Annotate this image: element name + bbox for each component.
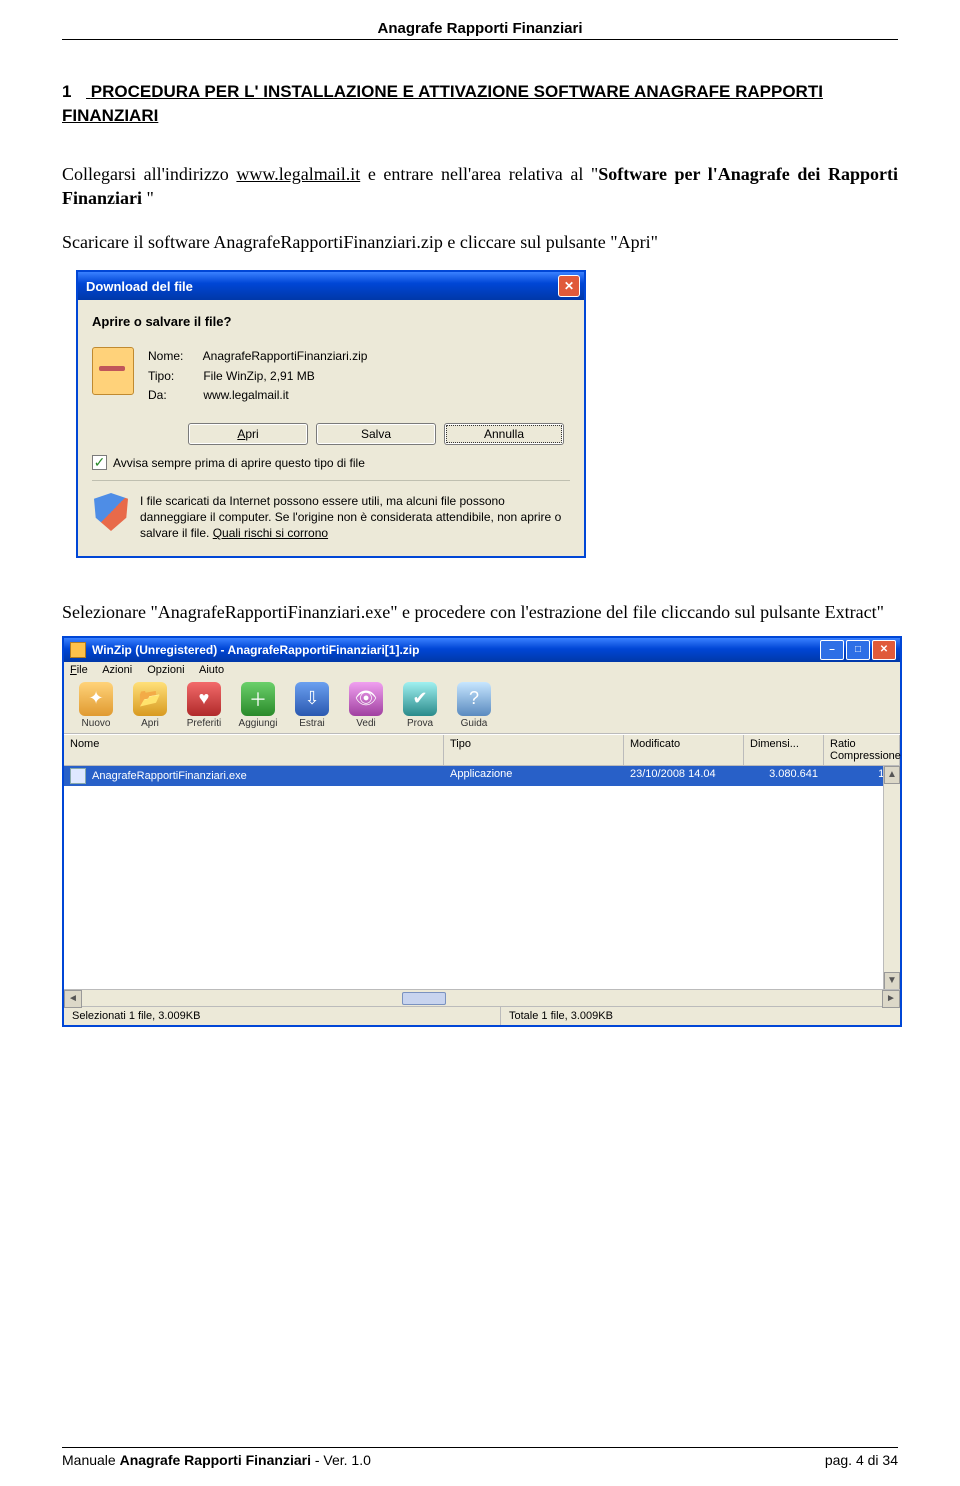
winzip-titlebar: WinZip (Unregistered) - AnagrafeRapporti…: [64, 638, 900, 662]
row-modificato: 23/10/2008 14.04: [624, 766, 744, 786]
cancel-button[interactable]: Annulla: [444, 423, 564, 445]
value-nome: AnagrafeRapportiFinanziari.zip: [203, 349, 368, 363]
open-icon: 📂: [133, 682, 167, 716]
row-tipo: Applicazione: [444, 766, 624, 786]
label-nome: Nome:: [148, 347, 200, 366]
winzip-icon: [70, 642, 86, 658]
legalmail-link[interactable]: www.legalmail.it: [236, 164, 360, 184]
col-dimensioni[interactable]: Dimensi...: [744, 735, 824, 765]
favorites-icon: ♥: [187, 682, 221, 716]
page-footer: Manuale Anagrafe Rapporti Finanziari - V…: [62, 1447, 898, 1468]
maximize-icon[interactable]: □: [846, 640, 870, 660]
winzip-filelist: AnagrafeRapportiFinanziari.exe Applicazi…: [64, 766, 900, 1006]
winzip-columns: Nome Tipo Modificato Dimensi... Ratio Co…: [64, 734, 900, 766]
shield-icon: [94, 493, 128, 531]
footer-left-b: Anagrafe Rapporti Finanziari: [120, 1452, 311, 1468]
close-icon[interactable]: ✕: [558, 275, 580, 297]
winzip-menubar: File Azioni Opzioni Aiuto: [64, 662, 900, 678]
scroll-right-icon[interactable]: ►: [882, 990, 900, 1008]
tool-apri[interactable]: 📂Apri: [124, 682, 176, 729]
row-nome: AnagrafeRapportiFinanziari.exe: [92, 770, 247, 782]
always-warn-label: Avvisa sempre prima di aprire questo tip…: [113, 456, 365, 470]
page-number: pag. 4 di 34: [825, 1452, 898, 1468]
scroll-thumb[interactable]: [402, 992, 446, 1005]
file-details: Nome: AnagrafeRapportiFinanziari.zip Tip…: [148, 347, 367, 405]
always-warn-checkbox[interactable]: ✓: [92, 455, 107, 470]
new-icon: ✦: [79, 682, 113, 716]
tool-guida[interactable]: ?Guida: [448, 682, 500, 729]
footer-left-a: Manuale: [62, 1452, 120, 1468]
risk-link[interactable]: Quali rischi si corrono: [213, 526, 328, 540]
tool-prova[interactable]: ✔Prova: [394, 682, 446, 729]
winzip-statusbar: Selezionati 1 file, 3.009KB Totale 1 fil…: [64, 1006, 900, 1025]
para1-a: Collegarsi all'indirizzo: [62, 164, 236, 184]
tool-estrai[interactable]: ⇩Estrai: [286, 682, 338, 729]
horizontal-scrollbar[interactable]: ◄ ►: [64, 989, 900, 1006]
page-header: Anagrafe Rapporti Finanziari: [62, 20, 898, 40]
col-ratio[interactable]: Ratio Compressione: [824, 735, 900, 765]
label-tipo: Tipo:: [148, 367, 200, 386]
view-icon: 👁: [349, 682, 383, 716]
paragraph-2: Scaricare il software AnagrafeRapportiFi…: [62, 230, 898, 254]
download-dialog: Download del file ✕ Aprire o salvare il …: [76, 270, 586, 557]
label-da: Da:: [148, 386, 200, 405]
save-button[interactable]: Salva: [316, 423, 436, 445]
help-icon: ?: [457, 682, 491, 716]
col-nome[interactable]: Nome: [64, 735, 444, 765]
section-title: 1 PROCEDURA PER L' INSTALLAZIONE E ATTIV…: [62, 80, 898, 128]
vertical-scrollbar[interactable]: ▲ ▼: [883, 766, 900, 990]
add-icon: ＋: [241, 682, 275, 716]
para1-b: e entrare nell'area relativa al ": [360, 164, 598, 184]
winzip-window: WinZip (Unregistered) - AnagrafeRapporti…: [62, 636, 902, 1027]
dialog-heading: Aprire o salvare il file?: [92, 314, 570, 329]
warn-body: I file scaricati da Internet possono ess…: [140, 494, 561, 540]
menu-aiuto[interactable]: Aiuto: [199, 664, 224, 676]
table-row[interactable]: AnagrafeRapportiFinanziari.exe Applicazi…: [64, 766, 900, 786]
archive-icon: [92, 347, 134, 395]
minimize-icon[interactable]: –: [820, 640, 844, 660]
col-tipo[interactable]: Tipo: [444, 735, 624, 765]
dialog-title-text: Download del file: [86, 279, 193, 294]
value-da: www.legalmail.it: [203, 388, 288, 402]
scroll-left-icon[interactable]: ◄: [64, 990, 82, 1008]
dialog-titlebar: Download del file ✕: [78, 272, 584, 300]
menu-opzioni[interactable]: Opzioni: [147, 664, 184, 676]
open-label-rest: pri: [245, 427, 258, 441]
divider: [92, 480, 570, 481]
tool-aggiungi[interactable]: ＋Aggiungi: [232, 682, 284, 729]
exe-icon: [70, 768, 86, 784]
menu-azioni[interactable]: Azioni: [102, 664, 132, 676]
row-dimensioni: 3.080.641: [744, 766, 824, 786]
warning-text: I file scaricati da Internet possono ess…: [140, 493, 568, 542]
winzip-title-text: WinZip (Unregistered) - AnagrafeRapporti…: [92, 643, 419, 657]
scroll-down-icon[interactable]: ▼: [884, 972, 900, 990]
extract-icon: ⇩: [295, 682, 329, 716]
footer-left-c: - Ver. 1.0: [311, 1452, 371, 1468]
status-total: Totale 1 file, 3.009KB: [501, 1007, 900, 1025]
section-number: 1: [62, 80, 86, 104]
menu-file[interactable]: File: [70, 664, 88, 676]
winzip-toolbar: ✦Nuovo 📂Apri ♥Preferiti ＋Aggiungi ⇩Estra…: [64, 678, 900, 734]
open-button[interactable]: Apri: [188, 423, 308, 445]
section-title-text: PROCEDURA PER L' INSTALLAZIONE E ATTIVAZ…: [62, 82, 823, 125]
tool-preferiti[interactable]: ♥Preferiti: [178, 682, 230, 729]
tool-vedi[interactable]: 👁Vedi: [340, 682, 392, 729]
col-modificato[interactable]: Modificato: [624, 735, 744, 765]
close-window-icon[interactable]: ✕: [872, 640, 896, 660]
value-tipo: File WinZip, 2,91 MB: [203, 369, 314, 383]
para1-c: ": [142, 188, 154, 208]
paragraph-3: Selezionare "AnagrafeRapportiFinanziari.…: [62, 600, 898, 624]
paragraph-1: Collegarsi all'indirizzo www.legalmail.i…: [62, 162, 898, 211]
status-selected: Selezionati 1 file, 3.009KB: [64, 1007, 501, 1025]
tool-nuovo[interactable]: ✦Nuovo: [70, 682, 122, 729]
scroll-up-icon[interactable]: ▲: [884, 766, 900, 784]
test-icon: ✔: [403, 682, 437, 716]
